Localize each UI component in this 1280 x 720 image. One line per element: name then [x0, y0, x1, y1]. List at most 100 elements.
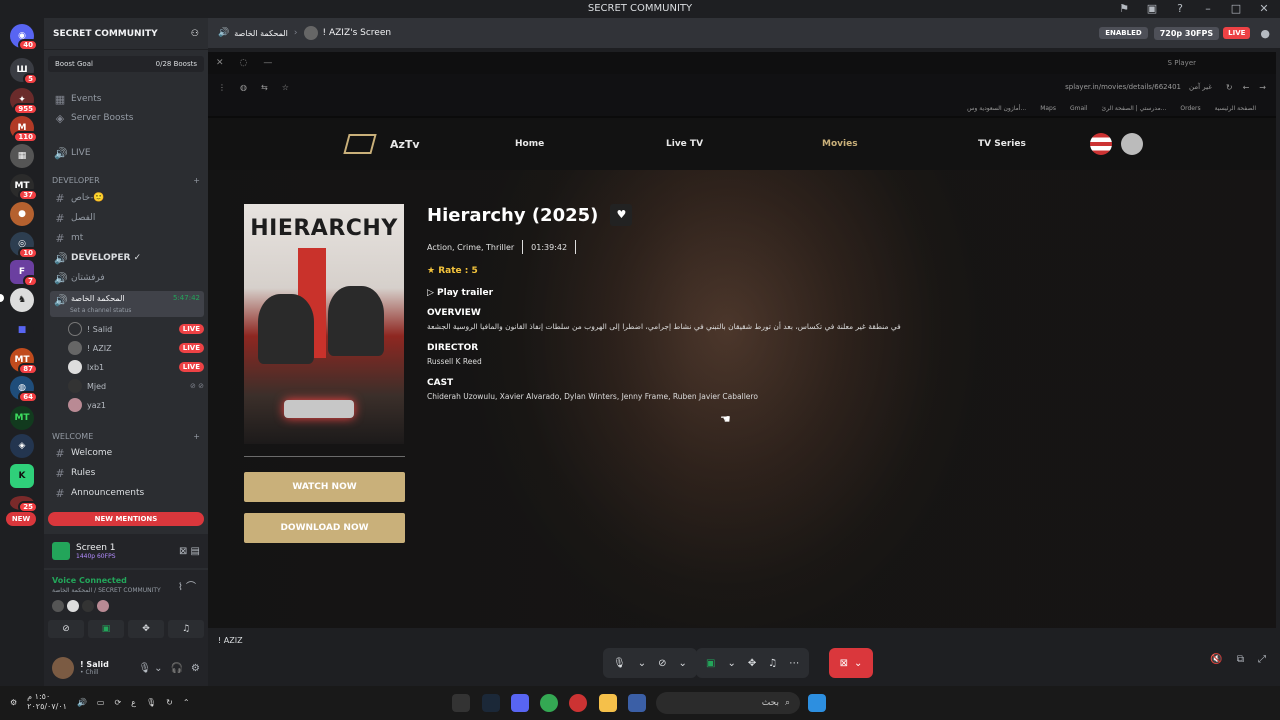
security-label[interactable]: غير آمن: [1189, 83, 1212, 91]
mic-icon[interactable]: 🎙: [146, 698, 156, 707]
boost-goal[interactable]: Boost Goal 0/28 Boosts: [48, 56, 204, 72]
channel-rules[interactable]: # Rules: [50, 464, 204, 482]
category-developer[interactable]: DEVELOPER +: [52, 176, 200, 185]
avatar[interactable]: [82, 600, 94, 612]
windows-start-icon[interactable]: [808, 694, 826, 712]
avatar[interactable]: [52, 657, 74, 679]
minimize-icon[interactable]: —: [263, 58, 272, 68]
menu-icon[interactable]: ⋮: [218, 83, 226, 92]
voice-channel-developer[interactable]: 🔊 DEVELOPER ✓: [50, 249, 204, 267]
cast-icon[interactable]: ⇆: [261, 83, 268, 92]
help-icon[interactable]: ?: [1172, 2, 1188, 15]
soundboard-icon[interactable]: ♫: [768, 658, 777, 669]
minimize-button[interactable]: –: [1200, 2, 1216, 15]
url-field[interactable]: splayer.in/movies/details/662401: [1065, 83, 1181, 91]
chat-icon[interactable]: ●: [1260, 27, 1270, 40]
chevron-up-icon[interactable]: ⌃: [183, 698, 190, 707]
app-icon-red[interactable]: [569, 694, 587, 712]
enabled-badge[interactable]: ENABLED: [1099, 27, 1148, 39]
clock[interactable]: ١:٥٠ م ٢٠٢٥/٠٧/٠١: [27, 692, 67, 712]
server-icon[interactable]: ◈: [10, 434, 34, 458]
watch-now-button[interactable]: WATCH NOW: [244, 472, 405, 502]
headset-icon[interactable]: 🎧: [171, 663, 183, 674]
settings-gear-icon[interactable]: ⚙: [10, 698, 17, 707]
discord-icon[interactable]: [511, 694, 529, 712]
disconnect-icon[interactable]: ⌇ ⌒: [178, 578, 196, 593]
channel-item[interactable]: # mt: [50, 229, 204, 247]
mic-icon[interactable]: 🎙 ⌄: [138, 663, 162, 674]
voice-member[interactable]: ! AZIZ LIVE: [68, 339, 204, 357]
maximize-button[interactable]: □: [1228, 2, 1244, 15]
bookmark[interactable]: Gmail: [1070, 105, 1088, 112]
refresh-icon[interactable]: ↻: [166, 698, 173, 707]
channel-live[interactable]: 🔊 LIVE: [50, 144, 204, 162]
bookmark[interactable]: Maps: [1040, 105, 1056, 112]
server-header[interactable]: SECRET COMMUNITY ⚇: [44, 18, 208, 50]
server-icon[interactable]: ◎ 10: [10, 232, 38, 259]
nav-home[interactable]: Home: [515, 139, 544, 149]
plus-icon[interactable]: +: [193, 432, 200, 441]
channel-item[interactable]: # الفصل: [50, 209, 204, 227]
steam-icon[interactable]: [482, 694, 500, 712]
nav-live-tv[interactable]: Live TV: [666, 139, 703, 149]
screen-share-button[interactable]: ▣: [88, 620, 124, 638]
favorite-heart-icon[interactable]: ♥: [610, 204, 633, 226]
nav-movies[interactable]: Movies: [822, 139, 858, 149]
avatar[interactable]: [97, 600, 109, 612]
chrome-icon[interactable]: [540, 694, 558, 712]
voice-status[interactable]: Voice Connected: [52, 576, 127, 585]
channel-status[interactable]: Set a channel status: [70, 307, 131, 314]
download-now-button[interactable]: DOWNLOAD NOW: [244, 513, 405, 543]
home-button[interactable]: ◉ 40: [10, 24, 38, 51]
play-trailer-button[interactable]: ▷ Play trailer: [427, 288, 987, 298]
reload-icon[interactable]: ◌: [240, 58, 248, 68]
stop-stream-icon[interactable]: ⊠ ▤: [179, 546, 200, 557]
app-icon-blue[interactable]: [628, 694, 646, 712]
server-icon[interactable]: Ш5: [10, 58, 38, 85]
volume-mute-icon[interactable]: 🔇: [1210, 654, 1222, 665]
server-icon[interactable]: M 110: [10, 116, 38, 143]
bookmark[interactable]: مدرستي | الصفحة الرئ...: [1102, 105, 1167, 112]
nav-tv-series[interactable]: TV Series: [978, 139, 1026, 149]
server-icon[interactable]: ◍ 64: [10, 376, 38, 403]
volume-icon[interactable]: 🔊: [77, 698, 87, 707]
voice-channel-active[interactable]: 🔊 المحكمة الخاصة 5:47:42 Set a channel s…: [50, 291, 204, 317]
events-item[interactable]: ▦ Events: [50, 90, 204, 108]
camera-off-icon[interactable]: ⊘: [658, 658, 666, 669]
new-mentions-bar[interactable]: NEW MENTIONS: [48, 512, 204, 526]
bookmark-star-icon[interactable]: ☆: [282, 83, 289, 92]
channel-welcome[interactable]: # Welcome: [50, 444, 204, 462]
network-icon[interactable]: ▭: [97, 698, 105, 707]
server-icon[interactable]: ●: [10, 202, 34, 226]
server-icon[interactable]: MT: [10, 406, 34, 430]
settings-gear-icon[interactable]: ⚙: [191, 663, 200, 674]
flag-icon[interactable]: ⚑: [1116, 2, 1132, 15]
server-icon[interactable]: F7: [10, 260, 38, 287]
language-flag-icon[interactable]: [1090, 133, 1112, 155]
bookmark[interactable]: أمازون السعودية وس...: [967, 105, 1026, 112]
category-welcome[interactable]: Welcome +: [52, 432, 200, 441]
app-icon-clock[interactable]: [452, 694, 470, 712]
add-member-icon[interactable]: ⚇: [191, 29, 199, 39]
movie-poster[interactable]: HIERARCHY: [244, 204, 404, 444]
avatar[interactable]: [52, 600, 64, 612]
soundboard-button[interactable]: ♫: [168, 620, 204, 638]
voice-member[interactable]: ! Salid LIVE: [68, 320, 204, 338]
chevron-down-icon[interactable]: ⌄: [678, 658, 686, 669]
folder-icon[interactable]: ■: [10, 318, 34, 342]
browser-tab[interactable]: S Player: [1168, 59, 1196, 67]
close-icon[interactable]: ✕: [216, 58, 224, 68]
forward-icon[interactable]: →: [1259, 83, 1266, 92]
camera-off-button[interactable]: ⊘: [48, 620, 84, 638]
voice-channel-name[interactable]: المحكمة الخاصة: [234, 29, 288, 38]
inbox-icon[interactable]: ▣: [1144, 2, 1160, 15]
site-logo-text[interactable]: AzTv: [390, 138, 420, 151]
voice-member[interactable]: Mjed ⊘ ⊘: [68, 377, 204, 395]
server-icon[interactable]: MT 37: [10, 174, 38, 201]
extension-icon[interactable]: ◍: [240, 83, 247, 92]
sync-icon[interactable]: ⟳: [114, 698, 121, 707]
screen-share-icon[interactable]: ▣: [706, 658, 715, 669]
voice-member[interactable]: yaz1: [68, 396, 204, 414]
chevron-down-icon[interactable]: ⌄: [638, 658, 646, 669]
more-icon[interactable]: ⋯: [789, 658, 799, 669]
